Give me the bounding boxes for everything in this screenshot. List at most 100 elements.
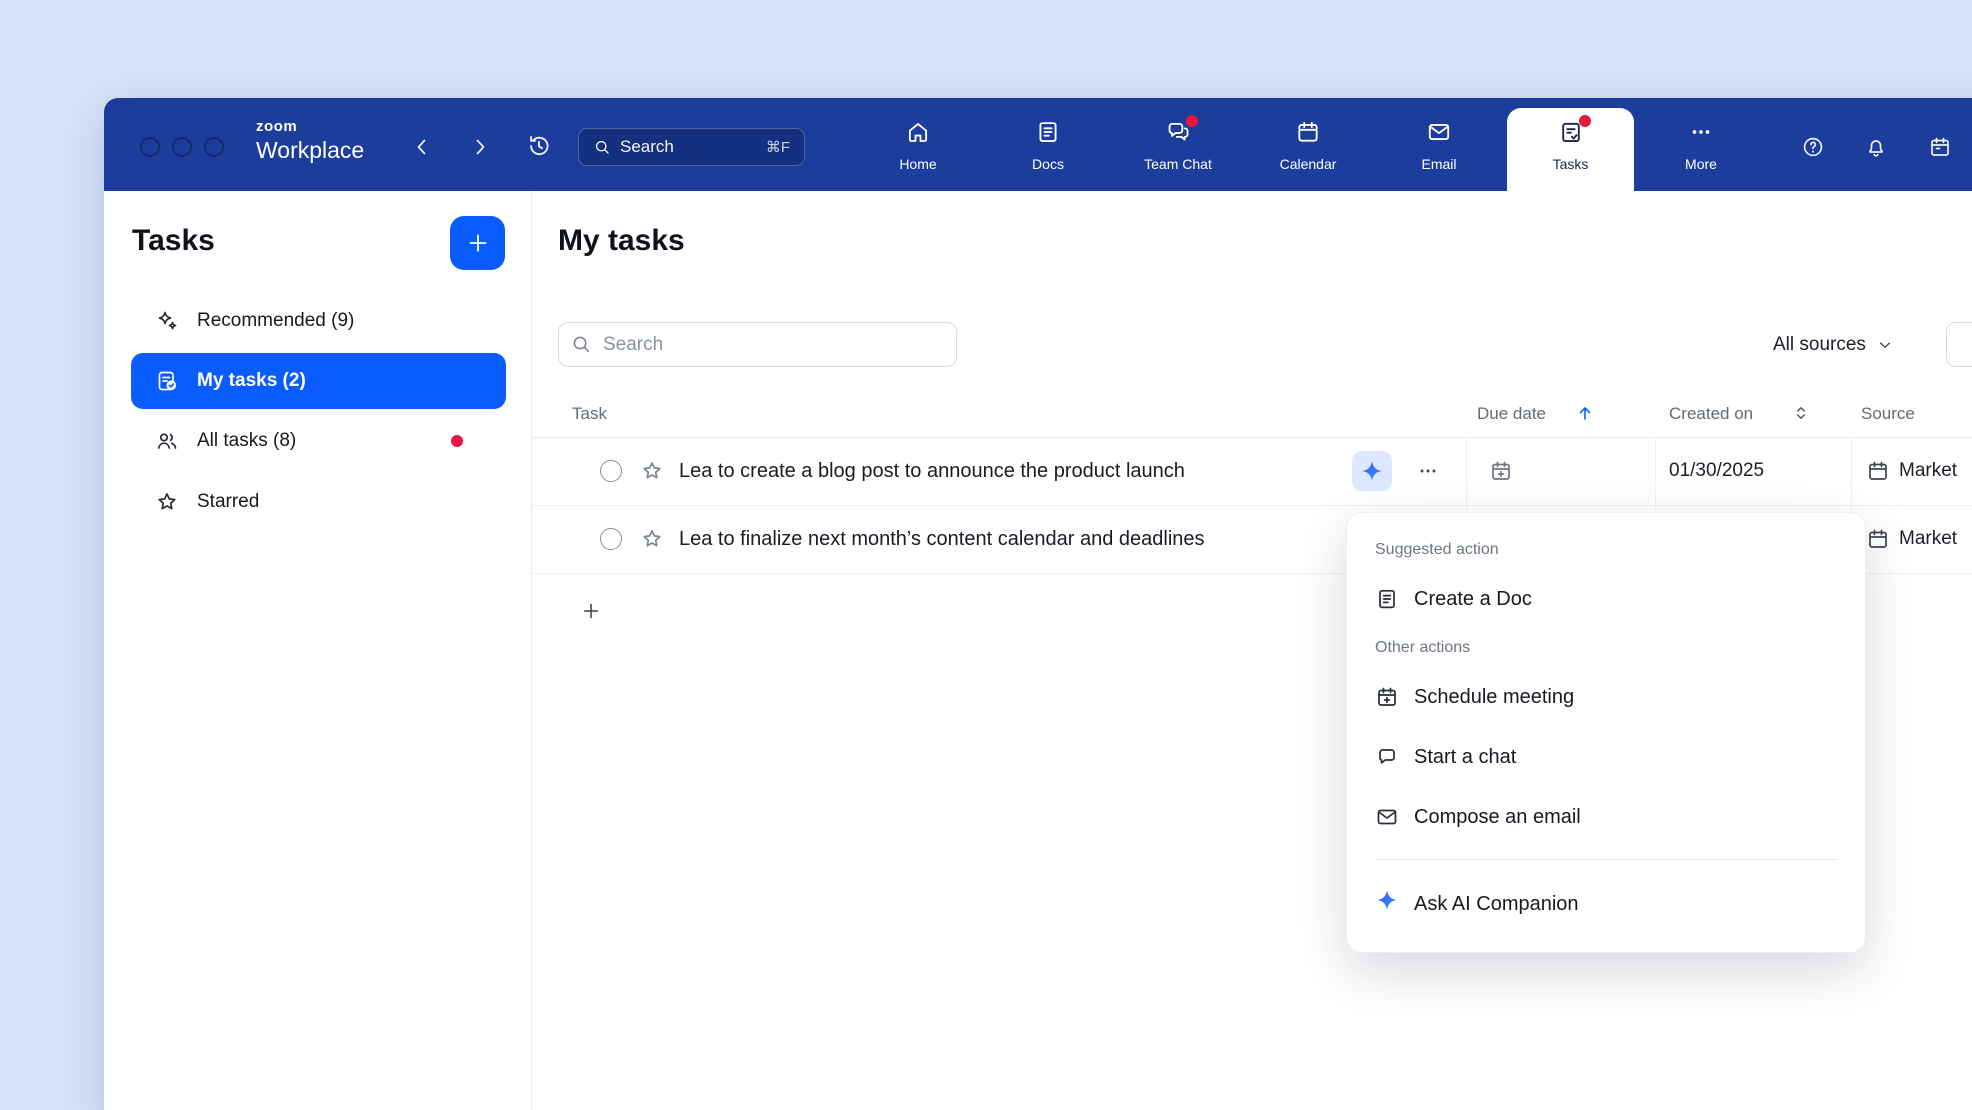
sidebar-item-label: My tasks (2) (197, 370, 306, 392)
nav-tasks-active-tab[interactable]: Tasks (1507, 108, 1634, 191)
menu-item-label: Create a Doc (1414, 585, 1532, 613)
envelope-icon (1375, 805, 1399, 829)
search-icon (593, 138, 611, 156)
logo-workplace-text: Workplace (256, 139, 364, 162)
task-more-actions-button[interactable] (1408, 451, 1448, 491)
task-star-icon[interactable] (640, 459, 664, 483)
global-search-shortcut: ⌘F (766, 138, 790, 156)
task-search-input[interactable] (558, 322, 957, 367)
sort-ascending-icon[interactable] (1574, 402, 1596, 424)
sidebar-item-my-tasks[interactable]: My tasks (2) (131, 353, 506, 409)
task-source-label: Market (1899, 528, 1957, 550)
menu-item-compose-email[interactable]: Compose an email (1347, 787, 1865, 847)
nav-calendar[interactable]: Calendar (1248, 110, 1368, 172)
task-star-icon[interactable] (640, 527, 664, 551)
nav-more-label: More (1685, 156, 1717, 172)
tasks-sidebar: Tasks Recommended (9) My tasks (2) (104, 191, 532, 1110)
nav-docs[interactable]: Docs (988, 110, 1108, 172)
clipped-toolbar-button[interactable] (1946, 322, 1972, 367)
ai-suggested-actions-menu: Suggested action Create a Doc Other acti… (1346, 512, 1866, 953)
menu-divider (1375, 859, 1837, 860)
sidebar-item-label: Recommended (9) (197, 310, 354, 332)
chevron-right-icon (468, 135, 492, 159)
nav-more[interactable]: More (1641, 110, 1761, 172)
sources-filter-dropdown[interactable]: All sources (1773, 322, 1894, 367)
all-tasks-notification-dot (451, 435, 463, 447)
task-source[interactable]: Market (1866, 437, 1957, 505)
menu-section-other: Other actions (1347, 629, 1865, 667)
mini-calendar-icon (1928, 135, 1952, 159)
close-window-button[interactable] (140, 137, 160, 157)
menu-section-suggested: Suggested action (1347, 531, 1865, 569)
sidebar-title: Tasks (132, 224, 215, 258)
star-icon (155, 490, 179, 514)
task-source[interactable]: Market (1866, 505, 1957, 573)
help-icon (1801, 135, 1825, 159)
sort-toggle-icon[interactable] (1790, 402, 1812, 424)
nav-email[interactable]: Email (1379, 110, 1499, 172)
ai-companion-action-button[interactable] (1352, 451, 1392, 491)
minimize-window-button[interactable] (172, 137, 192, 157)
history-button[interactable] (526, 133, 552, 159)
sidebar-item-all-tasks[interactable]: All tasks (8) (131, 413, 506, 469)
column-header-task[interactable]: Task (572, 391, 607, 437)
window-controls (140, 137, 224, 157)
meeting-source-icon (1866, 527, 1890, 551)
people-icon (155, 429, 179, 453)
task-created-date: 01/30/2025 (1669, 437, 1764, 505)
set-due-date-button[interactable] (1489, 459, 1513, 483)
column-header-source[interactable]: Source (1861, 391, 1915, 437)
desktop-background: zoom Workplace Search ⌘F (0, 0, 1972, 1110)
chat-bubble-icon (1375, 745, 1399, 769)
help-button[interactable] (1801, 135, 1825, 159)
task-row[interactable]: Lea to create a blog post to announce th… (532, 437, 1972, 506)
nav-team-chat[interactable]: Team Chat (1118, 110, 1238, 172)
bell-icon (1864, 135, 1888, 159)
forward-button[interactable] (468, 135, 492, 159)
home-icon (905, 119, 931, 145)
task-title: Lea to create a blog post to announce th… (679, 437, 1185, 505)
menu-item-schedule-meeting[interactable]: Schedule meeting (1347, 667, 1865, 727)
meetings-button[interactable] (1928, 135, 1952, 159)
notifications-button[interactable] (1864, 135, 1888, 159)
team-chat-notification-dot (1186, 115, 1198, 127)
column-header-due-date[interactable]: Due date (1477, 391, 1546, 437)
task-table-header: Task Due date Created on Source (532, 391, 1972, 438)
global-search-label: Search (620, 137, 674, 157)
menu-item-ask-ai-companion[interactable]: Ask AI Companion (1347, 872, 1865, 936)
add-task-plus-icon (580, 600, 602, 622)
sidebar-item-recommended[interactable]: Recommended (9) (131, 293, 506, 349)
sidebar-item-label: All tasks (8) (197, 430, 296, 452)
nav-docs-label: Docs (1032, 156, 1064, 172)
email-icon (1426, 119, 1452, 145)
docs-icon (1035, 119, 1061, 145)
nav-tasks-label: Tasks (1553, 156, 1589, 172)
page-title: My tasks (558, 224, 685, 258)
menu-item-label: Compose an email (1414, 803, 1581, 831)
zoom-window-button[interactable] (204, 137, 224, 157)
ellipsis-icon (1417, 460, 1439, 482)
menu-item-create-doc[interactable]: Create a Doc (1347, 569, 1865, 629)
my-tasks-icon (155, 369, 179, 393)
column-header-created-on[interactable]: Created on (1669, 391, 1753, 437)
meeting-source-icon (1866, 459, 1890, 483)
sparkles-icon (155, 309, 179, 333)
nav-calendar-label: Calendar (1280, 156, 1337, 172)
sources-filter-value: All sources (1773, 334, 1866, 356)
more-ellipsis-icon (1688, 119, 1714, 145)
calendar-plus-icon (1489, 459, 1513, 483)
task-source-label: Market (1899, 460, 1957, 482)
ai-sparkle-icon (1360, 459, 1384, 483)
menu-item-start-chat[interactable]: Start a chat (1347, 727, 1865, 787)
global-search-bar[interactable]: Search ⌘F (578, 128, 805, 166)
titlebar: zoom Workplace Search ⌘F (104, 98, 1972, 191)
back-button[interactable] (410, 135, 434, 159)
sidebar-item-starred[interactable]: Starred (131, 474, 506, 530)
new-task-button[interactable] (450, 216, 505, 270)
menu-item-label: Ask AI Companion (1414, 890, 1579, 918)
task-complete-checkbox[interactable] (600, 528, 622, 550)
nav-home[interactable]: Home (858, 110, 978, 172)
add-task-row[interactable] (532, 573, 1432, 649)
task-complete-checkbox[interactable] (600, 460, 622, 482)
logo-zoom-text: zoom (256, 119, 364, 134)
